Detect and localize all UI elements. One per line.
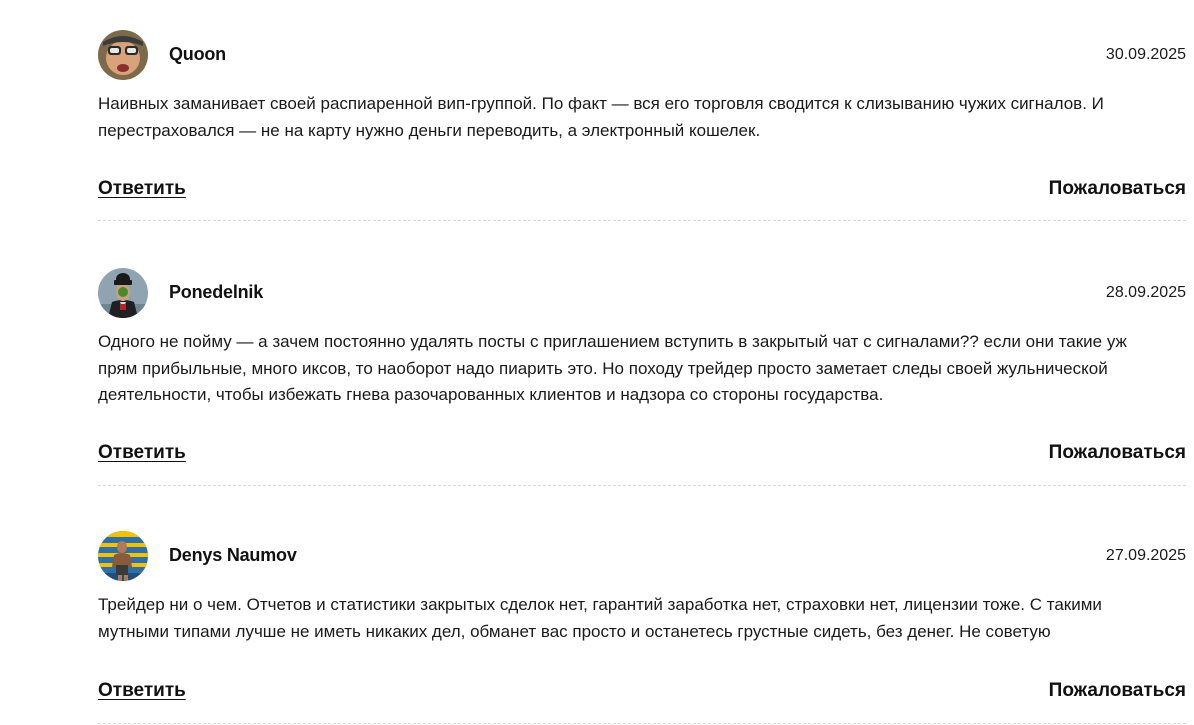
- comment-divider: [98, 485, 1186, 486]
- comment-date: 28.09.2025: [1105, 284, 1186, 301]
- comment: Denys Naumov 27.09.2025 Трейдер ни о чем…: [98, 531, 1186, 724]
- avatar[interactable]: [98, 268, 148, 318]
- complain-link[interactable]: Пожаловаться: [1049, 442, 1186, 464]
- complain-link[interactable]: Пожаловаться: [1049, 680, 1186, 702]
- comment-text: Наивных заманивает своей распиаренной ви…: [98, 94, 1104, 140]
- comment-actions: Ответить Пожаловаться: [98, 178, 1186, 202]
- comment-header: Quoon 30.09.2025: [98, 30, 1186, 80]
- reply-link[interactable]: Ответить: [98, 680, 186, 702]
- comments-list: Quoon 30.09.2025 Наивных заманивает свое…: [0, 0, 1194, 725]
- comment-divider: [98, 723, 1186, 724]
- comment-date: 30.09.2025: [1105, 46, 1186, 63]
- comment: Ponedelnik 28.09.2025 Одного не пойму — …: [98, 268, 1186, 486]
- reply-link[interactable]: Ответить: [98, 442, 186, 464]
- comment-text: Трейдер ни о чем. Отчетов и статистики з…: [98, 595, 1102, 641]
- comment-header: Ponedelnik 28.09.2025: [98, 268, 1186, 318]
- reply-link[interactable]: Ответить: [98, 178, 186, 200]
- comment-author: Quoon: [169, 44, 226, 64]
- comment-actions: Ответить Пожаловаться: [98, 680, 1186, 704]
- comment-date: 27.09.2025: [1105, 547, 1186, 564]
- comment-divider: [98, 220, 1186, 221]
- avatar[interactable]: [98, 531, 148, 581]
- comment-header: Denys Naumov 27.09.2025: [98, 531, 1186, 581]
- comment-text: Одного не пойму — а зачем постоянно удал…: [98, 332, 1127, 404]
- comment: Quoon 30.09.2025 Наивных заманивает свое…: [98, 30, 1186, 221]
- comment-author: Denys Naumov: [169, 545, 297, 565]
- comment-author: Ponedelnik: [169, 282, 264, 302]
- complain-link[interactable]: Пожаловаться: [1049, 178, 1186, 200]
- comment-actions: Ответить Пожаловаться: [98, 442, 1186, 466]
- avatar[interactable]: [98, 30, 148, 80]
